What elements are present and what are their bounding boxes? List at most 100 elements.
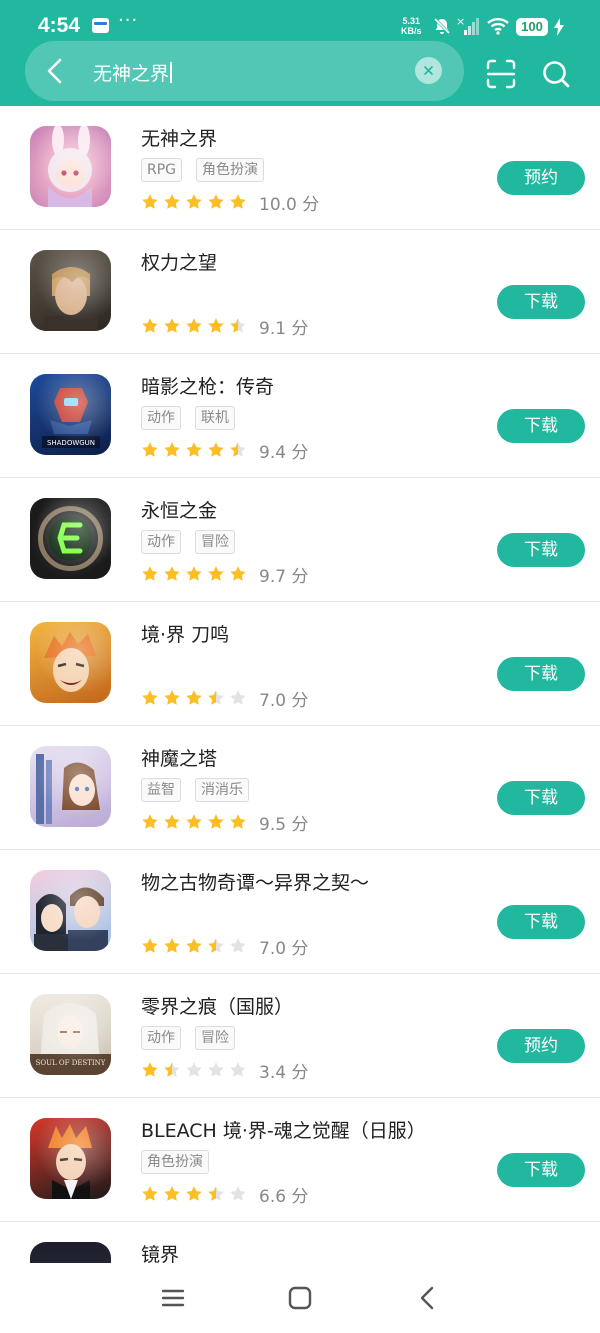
search-input[interactable]: 无神之界 [93, 59, 172, 86]
list-item[interactable]: SOUL OF DESTINY 零界之痕（国服） 动作冒险 3.4 分 预约 [0, 974, 600, 1098]
star-icon [142, 690, 158, 705]
rating: 9.5 分 [141, 810, 309, 835]
reserve-button[interactable]: 预约 [497, 1029, 585, 1063]
more-notifications-icon: ··· [118, 10, 139, 31]
rating-score: 10.0 分 [259, 194, 320, 215]
app-name[interactable]: 境·界 刀鸣 [141, 620, 229, 647]
rating-score: 9.1 分 [259, 318, 309, 339]
tag-list: 益智 消消乐 [141, 778, 263, 804]
download-button[interactable]: 下载 [497, 409, 585, 443]
list-item[interactable]: 无神之界 RPG 角色扮演 10.0 分 预约 [0, 106, 600, 230]
rating: 10.0 分 [141, 190, 320, 215]
star-rating [141, 937, 247, 955]
star-icon [186, 814, 202, 829]
blonde-warrior-icon[interactable] [30, 250, 111, 331]
svg-text:×: × [456, 16, 465, 28]
rating-score: 7.0 分 [259, 690, 309, 711]
icon-shine [30, 746, 111, 827]
app-icon-art [30, 1242, 111, 1263]
list-item[interactable]: SHADOWGUN 暗影之枪：传奇 动作联机 9.4 分 下载 [0, 354, 600, 478]
soul-of-destiny-icon[interactable]: SOUL OF DESTINY [30, 994, 111, 1075]
reserve-button[interactable]: 预约 [497, 161, 585, 195]
bleach-ichigo-icon[interactable] [30, 1118, 111, 1199]
list-item[interactable]: 境·界 刀鸣 7.0 分 下载 [0, 602, 600, 726]
star-icon [142, 1062, 158, 1077]
download-button[interactable]: 下载 [497, 1153, 585, 1187]
list-item[interactable]: 物之古物奇谭～异界之契～ 7.0 分 下载 [0, 850, 600, 974]
rating-score: 6.6 分 [259, 1186, 309, 1207]
list-item[interactable]: 神魔之塔 益智 消消乐 9.5 分 下载 [0, 726, 600, 850]
rating: 3.4 分 [141, 1058, 308, 1083]
icon-shine [30, 126, 111, 207]
rating-score: 9.5 分 [259, 814, 309, 835]
star-icon [186, 938, 202, 953]
star-icon [142, 938, 158, 953]
star-icon [142, 814, 158, 829]
star-icon [230, 690, 246, 705]
back-icon[interactable] [413, 1283, 443, 1313]
clear-search-button[interactable] [415, 57, 442, 84]
signal-icon: × [456, 16, 479, 35]
download-button[interactable]: 下载 [497, 285, 585, 319]
star-icon [230, 318, 246, 333]
tag-list: RPG 角色扮演 [141, 158, 278, 184]
star-icon [186, 566, 202, 581]
star-icon [164, 442, 180, 457]
tag: 冒险 [195, 1026, 235, 1050]
app-name[interactable]: 永恒之金 [141, 496, 217, 523]
home-icon[interactable] [285, 1283, 315, 1313]
close-icon [424, 66, 433, 75]
app-name[interactable]: 无神之界 [141, 124, 217, 151]
shadowgun-legends-icon[interactable]: SHADOWGUN [30, 374, 111, 455]
app-name[interactable]: 镜界 [141, 1240, 179, 1263]
star-icon [164, 814, 180, 829]
download-button[interactable]: 下载 [497, 533, 585, 567]
star-icon [164, 194, 180, 209]
status-bar: 4:54 ··· 5.31 KB/s × 100 [0, 0, 600, 40]
system-nav-bar [0, 1263, 600, 1333]
menu-icon[interactable] [158, 1283, 188, 1313]
icon-shine [30, 994, 111, 1075]
star-rating [141, 1061, 247, 1079]
app-name[interactable]: 权力之望 [141, 248, 217, 275]
download-button[interactable]: 下载 [497, 781, 585, 815]
app-name[interactable]: 暗影之枪：传奇 [141, 372, 274, 399]
tower-girl-icon[interactable] [30, 746, 111, 827]
star-icon [164, 1062, 180, 1077]
list-item[interactable]: BLEACH 境·界-魂之觉醒（日服） 角色扮演 6.6 分 下载 [0, 1098, 600, 1222]
rating: 7.0 分 [141, 934, 309, 959]
app-name[interactable]: BLEACH 境·界-魂之觉醒（日服） [141, 1116, 426, 1143]
app-name[interactable]: 物之古物奇谭～异界之契～ [141, 868, 369, 895]
orange-hair-swordsman-icon[interactable] [30, 622, 111, 703]
tag: 冒险 [195, 530, 235, 554]
search-bar[interactable] [25, 41, 464, 101]
tag: 动作 [141, 530, 181, 554]
tag-list: 动作 联机 [141, 406, 249, 432]
star-icon [230, 938, 246, 953]
tag: 动作 [141, 1026, 181, 1050]
download-button[interactable]: 下载 [497, 657, 585, 691]
search-icon[interactable] [540, 58, 572, 90]
tag: 角色扮演 [141, 1150, 209, 1174]
anime-girl-bunny-ears-icon[interactable] [30, 126, 111, 207]
mirror-realm-icon[interactable] [30, 1242, 111, 1263]
app-name[interactable]: 神魔之塔 [141, 744, 217, 771]
star-icon [164, 690, 180, 705]
back-arrow-icon[interactable] [38, 55, 70, 87]
star-icon [142, 194, 158, 209]
rating-score: 9.7 分 [259, 566, 309, 587]
green-rune-emblem-icon[interactable] [30, 498, 111, 579]
search-results-list[interactable]: 无神之界 RPG 角色扮演 10.0 分 预约 权力之望 9.1 分 下载 暗影… [0, 106, 600, 1263]
rating-score: 7.0 分 [259, 938, 309, 959]
scan-icon[interactable] [485, 58, 517, 90]
star-icon [186, 442, 202, 457]
anime-duo-icon[interactable] [30, 870, 111, 951]
list-item[interactable]: 永恒之金 动作 冒险 9.7 分 下载 [0, 478, 600, 602]
app-name[interactable]: 零界之痕（国服） [141, 992, 293, 1019]
star-icon [208, 442, 224, 457]
list-item[interactable]: 权力之望 9.1 分 下载 [0, 230, 600, 354]
list-item[interactable]: 镜界 [0, 1222, 600, 1263]
download-button[interactable]: 下载 [497, 905, 585, 939]
star-icon [208, 814, 224, 829]
icon-shine [30, 498, 111, 579]
